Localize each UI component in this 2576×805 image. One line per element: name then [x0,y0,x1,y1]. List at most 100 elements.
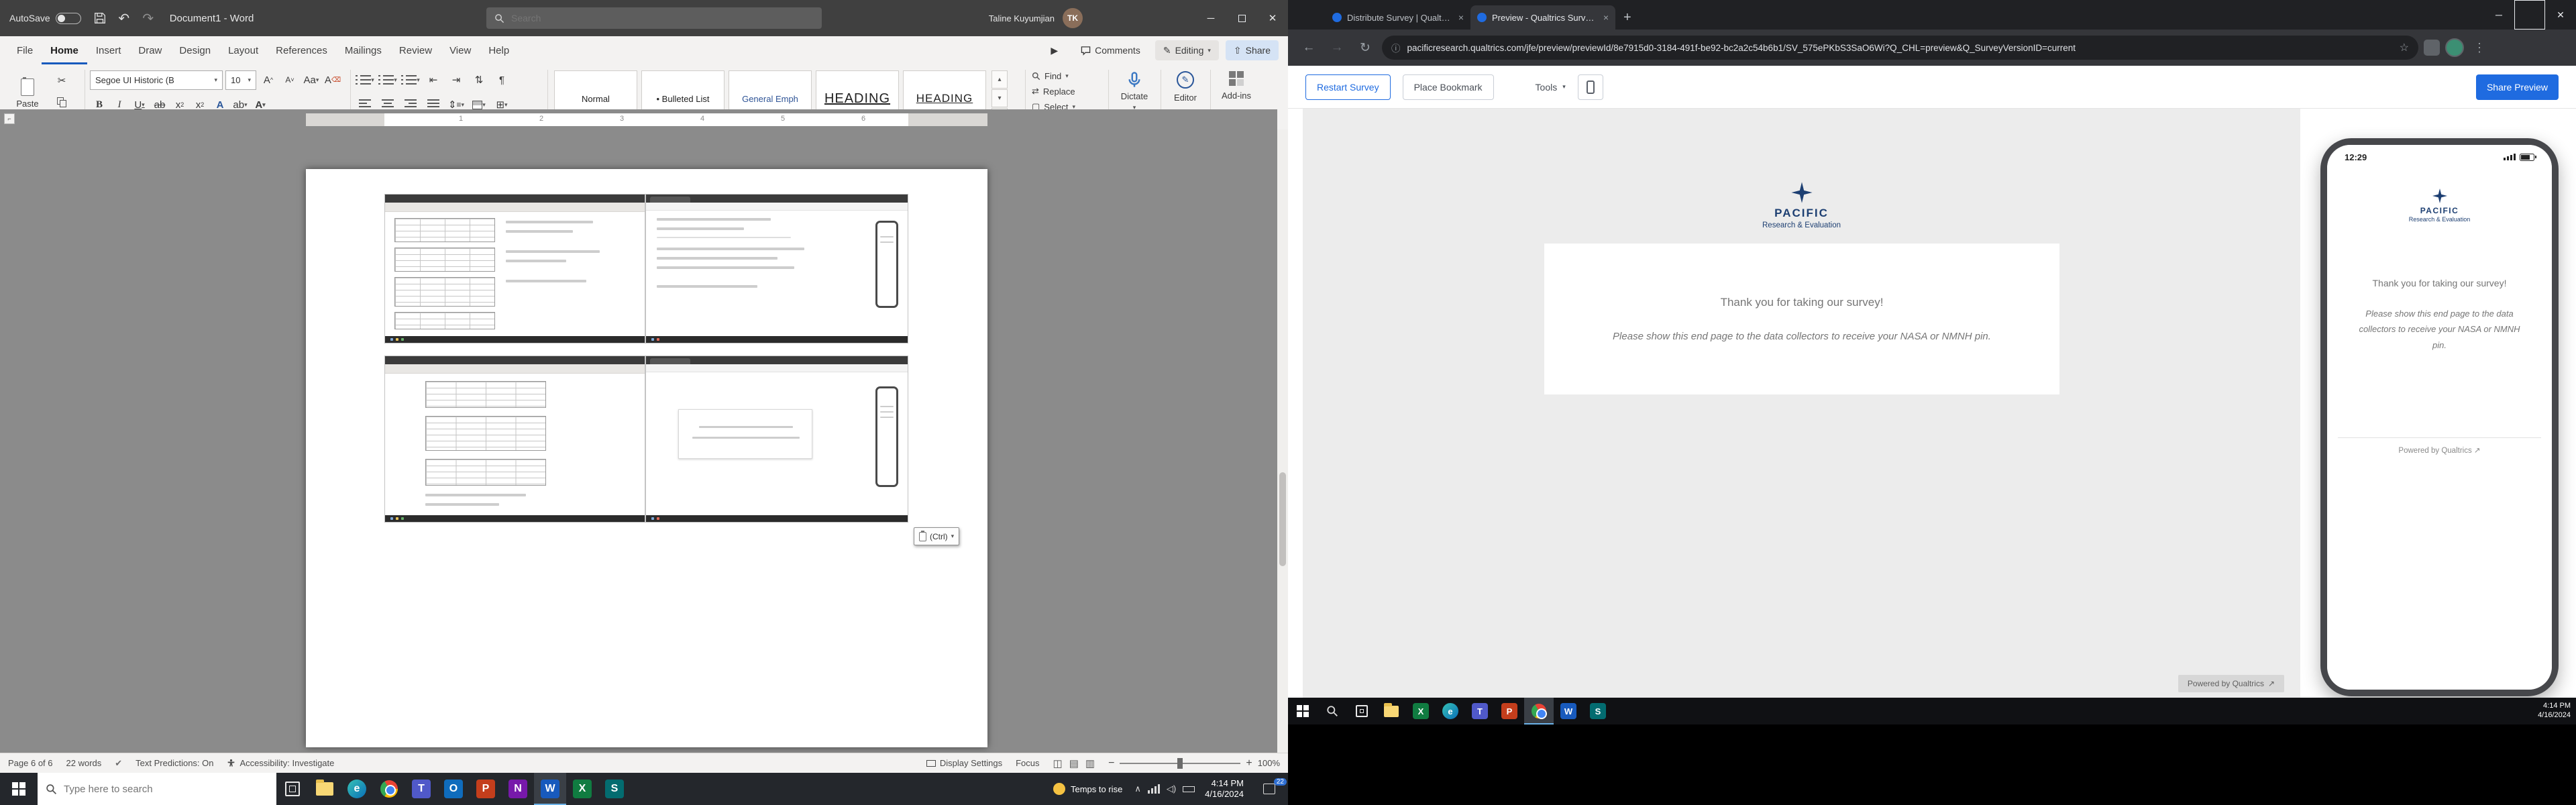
zoom-out-icon[interactable]: − [1108,757,1114,769]
new-tab-icon[interactable]: + [1623,10,1631,25]
horizontal-ruler[interactable]: 1 2 3 4 5 6 [306,113,987,126]
tab-view[interactable]: View [441,36,480,64]
read-mode-icon[interactable]: ◫ [1053,757,1063,769]
tab-review[interactable]: Review [390,36,441,64]
tab-draw[interactable]: Draw [129,36,170,64]
avatar[interactable]: TK [1063,8,1083,28]
edge-icon[interactable]: e [341,773,373,805]
powerpoint-icon[interactable]: P [470,773,502,805]
word-icon[interactable]: W [534,773,566,805]
share-button[interactable]: ⇧ Share [1226,40,1279,60]
clear-formatting-icon[interactable]: A⌫ [323,70,342,89]
tools-dropdown[interactable]: Tools▾ [1536,82,1566,93]
teams-icon[interactable]: T [1465,698,1495,724]
font-size-combo[interactable]: 10▾ [225,70,256,90]
cut-icon[interactable]: ✂ [52,71,71,90]
menu-kebab-icon[interactable]: ⋮ [2469,41,2489,55]
close-tab-icon[interactable]: × [1603,12,1609,23]
autosave-toggle[interactable] [56,13,81,24]
chrome-icon[interactable] [1524,698,1554,724]
taskbar-search-box[interactable] [38,773,276,805]
phone-powered-by-qualtrics[interactable]: Powered by Qualtrics ↗ [2327,445,2552,455]
site-info-icon[interactable]: ⓘ [1391,41,1401,54]
tab-file[interactable]: File [8,36,42,64]
tab-mailings[interactable]: Mailings [336,36,390,64]
battery-icon[interactable] [1183,784,1195,794]
embedded-screenshot-2[interactable] [645,194,908,343]
proofing-icon[interactable]: ✔ [115,758,122,769]
action-center-icon[interactable]: 22 [1250,773,1288,805]
tray-chevron-icon[interactable]: ∧ [1134,784,1141,794]
powered-by-qualtrics[interactable]: Powered by Qualtrics↗ [2178,675,2284,692]
extension-icon[interactable] [2424,40,2440,56]
weather-widget[interactable]: Temps to rise [1053,783,1122,795]
minimize-button[interactable]: ─ [1195,0,1226,36]
editing-mode-button[interactable]: ✎ Editing▾ [1155,40,1219,60]
font-name-combo[interactable]: Segoe UI Historic (B▾ [90,70,223,90]
maximize-button[interactable] [2514,0,2545,30]
change-case-icon[interactable]: Aa▾ [302,70,321,89]
restore-button[interactable] [1226,0,1257,36]
profile-avatar[interactable] [2445,38,2464,57]
address-bar[interactable]: ⓘ pacificresearch.qualtrics.com/jfe/prev… [1382,36,2418,60]
copy-icon[interactable] [52,93,71,111]
device-preview-button[interactable] [1578,74,1603,100]
styles-scroll-up-icon[interactable]: ▴ [991,70,1008,89]
document-page[interactable]: (Ctrl) ▾ [306,169,987,747]
numbering-button[interactable]: ▾ [378,70,397,89]
excel-icon[interactable]: X [566,773,598,805]
place-bookmark-button[interactable]: Place Bookmark [1403,74,1494,100]
word-count[interactable]: 22 words [66,758,102,768]
file-explorer-icon[interactable] [1377,698,1406,724]
start-button[interactable] [1288,698,1318,724]
word-icon[interactable]: W [1554,698,1583,724]
scrollbar-thumb[interactable] [1279,472,1286,566]
share-preview-button[interactable]: Share Preview [2476,74,2559,100]
comments-button[interactable]: Comments [1073,40,1148,60]
tab-layout[interactable]: Layout [219,36,267,64]
add-ins-button[interactable]: Add-ins [1214,71,1258,101]
undo-icon[interactable]: ↶ [112,6,136,30]
display-settings[interactable]: Display Settings [926,758,1002,768]
browser-tab-1[interactable]: Distribute Survey | Qualtrics Ex × [1326,5,1470,30]
tab-home[interactable]: Home [42,36,87,64]
save-icon[interactable] [88,6,112,30]
focus-mode[interactable]: Focus [1016,758,1039,768]
start-button[interactable] [0,773,38,805]
paste-options-button[interactable]: (Ctrl) ▾ [914,527,959,545]
dictate-button[interactable]: Dictate▾ [1112,71,1157,111]
sharepoint-icon[interactable]: S [1583,698,1613,724]
text-predictions[interactable]: Text Predictions: On [136,758,213,768]
tab-design[interactable]: Design [170,36,219,64]
minimize-button[interactable]: ─ [2483,0,2514,30]
multilevel-list-button[interactable]: ▾ [401,70,420,89]
redo-icon[interactable]: ↷ [136,6,160,30]
zoom-in-icon[interactable]: + [1246,757,1252,769]
tab-help[interactable]: Help [480,36,518,64]
edge-icon[interactable]: e [1436,698,1465,724]
task-view-icon[interactable] [276,773,309,805]
restart-survey-button[interactable]: Restart Survey [1305,74,1391,100]
replace-button[interactable]: ⇄Replace [1032,86,1075,97]
forward-icon[interactable]: → [1326,36,1348,59]
bookmark-star-icon[interactable]: ☆ [2400,41,2409,54]
sort-icon[interactable]: ⇅ [470,70,488,89]
speaker-icon[interactable]: ◁) [1167,784,1176,794]
file-explorer-icon[interactable] [309,773,341,805]
onenote-icon[interactable]: N [502,773,534,805]
pilcrow-icon[interactable]: ¶ [492,70,511,89]
present-in-teams-icon[interactable]: ▶ [1042,40,1066,60]
zoom-slider[interactable] [1120,763,1240,764]
styles-scroll-down-icon[interactable]: ▾ [991,89,1008,107]
tab-references[interactable]: References [267,36,336,64]
browser-tab-2[interactable]: Preview - Qualtrics Survey | Q × [1470,5,1615,30]
grow-font-icon[interactable]: A^ [259,70,278,89]
shrink-font-icon[interactable]: A˅ [280,70,299,89]
bullets-button[interactable]: ▾ [356,70,374,89]
embedded-screenshot-4[interactable] [645,356,908,523]
print-layout-icon[interactable]: ▤ [1069,757,1079,769]
back-icon[interactable]: ← [1297,36,1320,59]
document-canvas[interactable]: (Ctrl) ▾ [0,129,1277,753]
page-indicator[interactable]: Page 6 of 6 [8,758,53,768]
close-button[interactable]: ✕ [2545,0,2576,30]
